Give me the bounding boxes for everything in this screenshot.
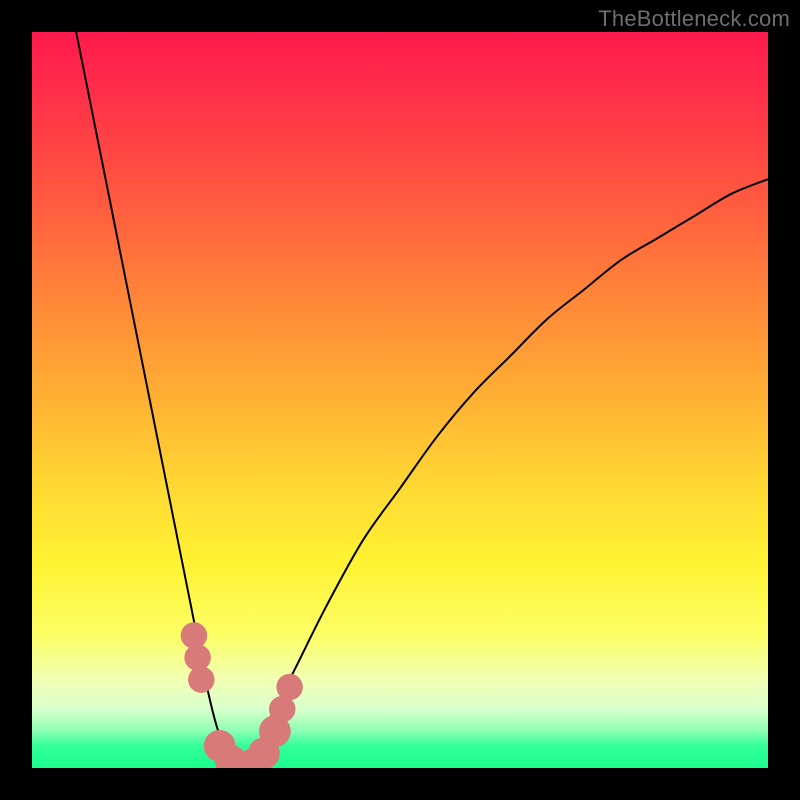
watermark-text: TheBottleneck.com — [598, 6, 790, 32]
curve-marker-dot — [188, 666, 214, 692]
curve-marker-dot — [276, 674, 302, 700]
bottleneck-curve-svg — [32, 32, 768, 768]
curve-marker-dot — [181, 622, 207, 648]
chart-frame: TheBottleneck.com — [0, 0, 800, 800]
plot-area — [32, 32, 768, 768]
curve-marker-dot — [184, 644, 210, 670]
bottleneck-curve-path — [76, 32, 768, 768]
curve-markers — [181, 622, 303, 768]
